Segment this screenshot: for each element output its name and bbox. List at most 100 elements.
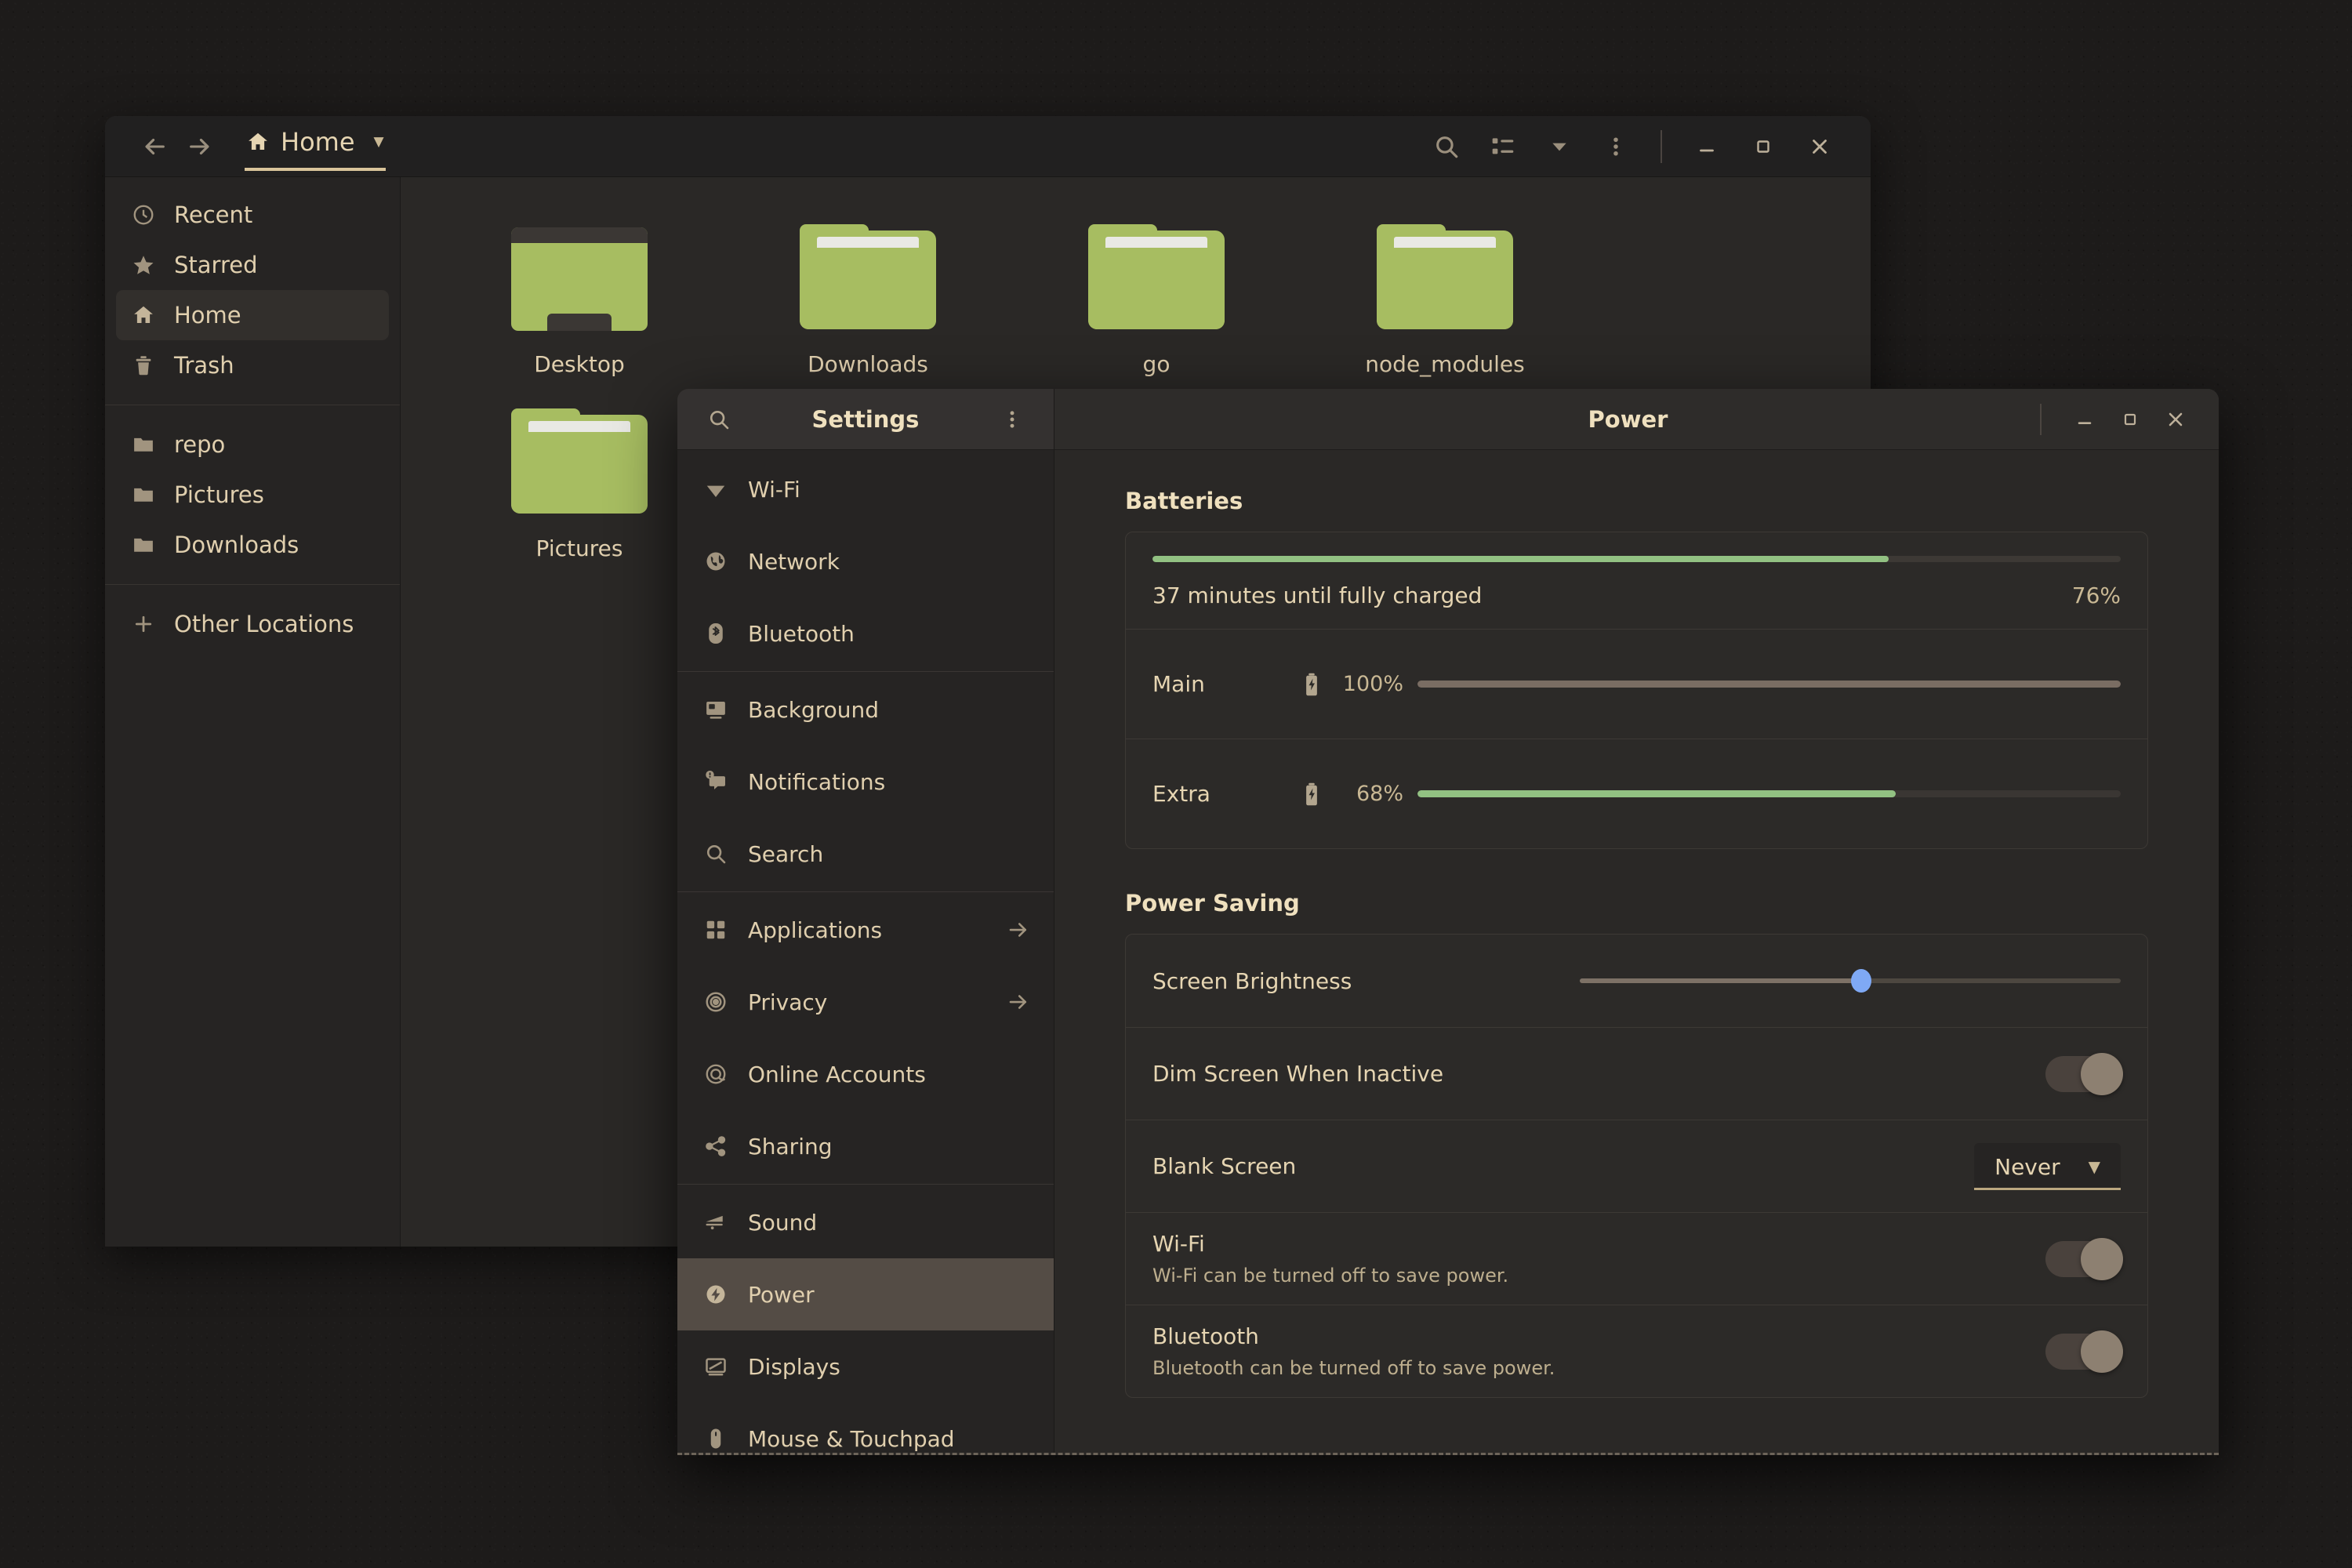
wifi-row: Wi-Fi Wi-Fi can be turned off to save po…: [1126, 1212, 2147, 1305]
minimize-button[interactable]: [2062, 397, 2107, 442]
nav-divider: [677, 891, 1054, 892]
sidebar-label: Starred: [174, 252, 258, 278]
chevron-down-icon: ▼: [2089, 1157, 2100, 1176]
chevron-down-icon[interactable]: ▼: [374, 134, 384, 150]
bluetooth-toggle[interactable]: [2045, 1334, 2121, 1370]
power-bolt-icon: [701, 1283, 731, 1306]
battery-fill: [1417, 790, 1896, 797]
screen-brightness-row: Screen Brightness: [1126, 935, 2147, 1027]
sidebar-item-background[interactable]: Background: [677, 673, 1054, 746]
sidebar-item-pictures[interactable]: Pictures: [116, 470, 389, 520]
file-item-go[interactable]: go: [1012, 212, 1301, 396]
nav-label: Mouse & Touchpad: [748, 1426, 1030, 1452]
list-view-icon[interactable]: [1479, 122, 1527, 171]
bluetooth-subtitle: Bluetooth can be turned off to save powe…: [1152, 1357, 1555, 1379]
battery-name: Extra: [1152, 781, 1294, 807]
nav-label: Notifications: [748, 769, 1030, 795]
sidebar-label: Recent: [174, 201, 252, 228]
battery-name: Main: [1152, 671, 1294, 697]
search-icon[interactable]: [701, 408, 737, 431]
power-saving-section-title: Power Saving: [1125, 890, 2148, 916]
sidebar-item-starred[interactable]: Starred: [116, 240, 389, 290]
view-chevron-down-icon[interactable]: [1535, 122, 1584, 171]
toggle-knob: [2081, 1053, 2123, 1095]
sidebar-label: repo: [174, 431, 225, 458]
back-button[interactable]: [132, 124, 177, 169]
path-label: Home: [281, 127, 355, 157]
file-label: node_modules: [1365, 351, 1524, 377]
share-icon: [701, 1134, 731, 1158]
file-item-desktop[interactable]: Desktop: [435, 212, 724, 396]
sidebar-item-power[interactable]: Power: [677, 1258, 1054, 1330]
sidebar-item-bluetooth[interactable]: Bluetooth: [677, 597, 1054, 670]
power-saving-card: Screen Brightness Dim Screen When Inacti…: [1125, 934, 2148, 1398]
dim-screen-label: Dim Screen When Inactive: [1152, 1061, 1443, 1087]
sidebar-label: Home: [174, 302, 241, 328]
sidebar-item-sharing[interactable]: Sharing: [677, 1110, 1054, 1182]
file-manager-toolbar: [1422, 122, 1844, 171]
sidebar-item-wifi[interactable]: Wi-Fi: [677, 453, 1054, 525]
path-button-home[interactable]: Home ▼: [245, 122, 386, 171]
sidebar-item-sound[interactable]: Sound: [677, 1186, 1054, 1258]
toggle-knob: [2081, 1330, 2123, 1373]
sidebar-item-online-accounts[interactable]: Online Accounts: [677, 1038, 1054, 1110]
sidebar-item-applications[interactable]: Applications: [677, 894, 1054, 966]
file-item-downloads[interactable]: Downloads: [724, 212, 1012, 396]
sidebar-item-displays[interactable]: Displays: [677, 1330, 1054, 1403]
sidebar-item-network[interactable]: Network: [677, 525, 1054, 597]
desktop-folder-icon: [508, 224, 651, 334]
file-label: Downloads: [808, 351, 928, 377]
wifi-toggle[interactable]: [2045, 1241, 2121, 1277]
sidebar-item-notifications[interactable]: Notifications: [677, 746, 1054, 818]
arrow-right-icon: [1007, 990, 1030, 1014]
sidebar-label: Pictures: [174, 481, 264, 508]
sidebar-item-home[interactable]: Home: [116, 290, 389, 340]
power-window-title: Power: [1075, 406, 2040, 433]
forward-button[interactable]: [177, 124, 223, 169]
dim-screen-toggle[interactable]: [2045, 1056, 2121, 1092]
wifi-label: Wi-Fi: [1152, 1231, 1508, 1257]
globe-icon: [701, 550, 731, 573]
settings-window: Settings Wi-Fi Network: [677, 389, 2219, 1455]
sidebar-item-privacy[interactable]: Privacy: [677, 966, 1054, 1038]
close-button[interactable]: [2153, 397, 2198, 442]
hamburger-menu-icon[interactable]: [1592, 122, 1640, 171]
target-icon: [701, 990, 731, 1014]
file-label: go: [1143, 351, 1171, 377]
settings-sidebar: Settings Wi-Fi Network: [677, 389, 1054, 1453]
battery-track: [1417, 681, 2121, 688]
slider-handle[interactable]: [1851, 969, 1871, 993]
sidebar-item-recent[interactable]: Recent: [116, 190, 389, 240]
sidebar-label: Other Locations: [174, 611, 354, 637]
search-icon[interactable]: [1422, 122, 1471, 171]
sidebar-item-trash[interactable]: Trash: [116, 340, 389, 390]
blank-screen-dropdown[interactable]: Never ▼: [1974, 1143, 2121, 1190]
plus-icon: [130, 612, 157, 636]
vertical-dots-icon[interactable]: [994, 408, 1030, 430]
file-item-node-modules[interactable]: node_modules: [1301, 212, 1589, 396]
sidebar-item-downloads[interactable]: Downloads: [116, 520, 389, 570]
clock-icon: [130, 203, 157, 227]
folder-icon: [508, 408, 651, 518]
home-icon: [246, 130, 270, 154]
cloud-account-icon: [701, 1062, 731, 1086]
sidebar-divider: [105, 584, 400, 585]
sidebar-item-search[interactable]: Search: [677, 818, 1054, 890]
search-icon: [701, 842, 731, 866]
sidebar-item-other-locations[interactable]: Other Locations: [116, 599, 389, 649]
bluetooth-icon: [701, 622, 731, 645]
maximize-button[interactable]: [1739, 122, 1788, 171]
sidebar-label: Trash: [174, 352, 234, 379]
close-button[interactable]: [1795, 122, 1844, 171]
sidebar-item-mouse-touchpad[interactable]: Mouse & Touchpad: [677, 1403, 1054, 1453]
nav-divider: [677, 1184, 1054, 1185]
sidebar-item-repo[interactable]: repo: [116, 419, 389, 470]
nav-label: Search: [748, 841, 1030, 867]
maximize-button[interactable]: [2107, 397, 2153, 442]
arrow-right-icon: [1007, 918, 1030, 942]
brightness-slider[interactable]: [1580, 969, 2121, 993]
blank-screen-row: Blank Screen Never ▼: [1126, 1120, 2147, 1212]
minimize-button[interactable]: [1682, 122, 1731, 171]
battery-row-extra: Extra 68%: [1126, 739, 2147, 848]
nav-label: Sharing: [748, 1134, 1030, 1160]
